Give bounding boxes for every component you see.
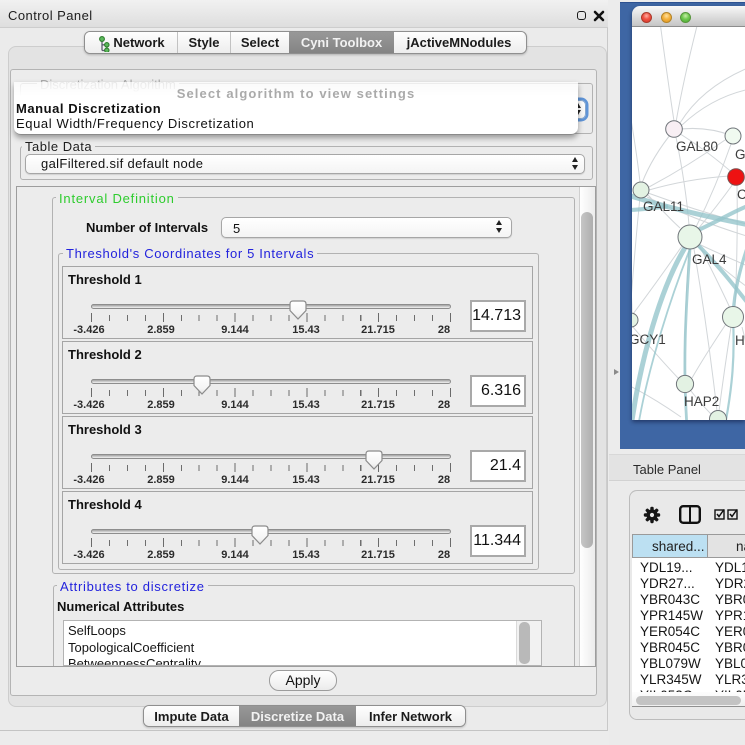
svg-text:HAP2: HAP2 (684, 394, 719, 409)
svg-text:GAL11: GAL11 (643, 199, 684, 214)
svg-text:GAL4: GAL4 (692, 252, 727, 267)
svg-text:GAL: GAL (735, 147, 745, 162)
svg-text:GAL80: GAL80 (676, 139, 718, 154)
svg-text:GCY1: GCY1 (632, 332, 666, 347)
svg-text:HI: HI (735, 333, 745, 348)
svg-text:CD: CD (737, 187, 745, 202)
